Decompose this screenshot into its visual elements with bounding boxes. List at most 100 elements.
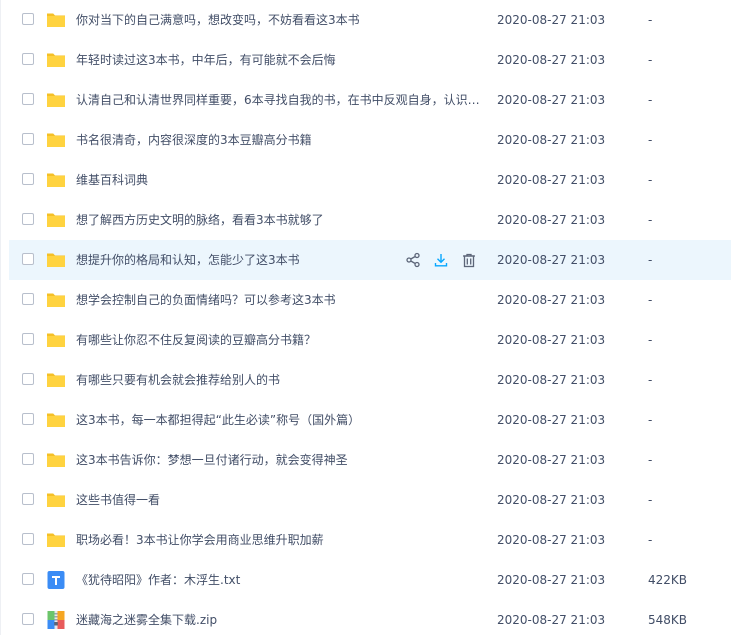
file-name[interactable]: 这些书值得一看 — [76, 480, 481, 520]
file-size: 548KB — [648, 613, 688, 627]
modified-date: 2020-08-27 21:03 — [497, 613, 606, 627]
file-size: - — [648, 533, 653, 547]
folder-icon — [46, 370, 66, 390]
file-size: - — [648, 13, 653, 27]
file-name[interactable]: 有哪些只要有机会就会推荐给别人的书 — [76, 360, 481, 400]
file-name[interactable]: 有哪些让你忍不住反复阅读的豆瓣高分书籍？ — [76, 320, 481, 360]
row-checkbox[interactable] — [22, 213, 34, 225]
folder-icon — [46, 250, 66, 270]
file-row[interactable]: 迷藏海之迷雾全集下载.zip 2020-08-27 21:03 548KB — [9, 600, 731, 635]
modified-date: 2020-08-27 21:03 — [497, 493, 606, 507]
file-row[interactable]: 认清自己和认清世界同样重要，6本寻找自我的书，在书中反观自身，认识… 2020-0… — [9, 80, 731, 120]
row-checkbox[interactable] — [22, 453, 34, 465]
modified-date: 2020-08-27 21:03 — [497, 453, 606, 467]
file-size: - — [648, 373, 653, 387]
row-actions — [403, 250, 479, 270]
file-name[interactable]: 年轻时读过这3本书，中年后，有可能就不会后悔 — [76, 40, 481, 80]
folder-icon — [46, 410, 66, 430]
row-checkbox[interactable] — [22, 493, 34, 505]
modified-date: 2020-08-27 21:03 — [497, 13, 606, 27]
file-row[interactable]: 想了解西方历史文明的脉络，看看3本书就够了 2020-08-27 21:03 - — [9, 200, 731, 240]
text-file-icon — [46, 570, 66, 590]
file-row[interactable]: 年轻时读过这3本书，中年后，有可能就不会后悔 2020-08-27 21:03 - — [9, 40, 731, 80]
modified-date: 2020-08-27 21:03 — [497, 53, 606, 67]
file-size: - — [648, 53, 653, 67]
row-checkbox[interactable] — [22, 173, 34, 185]
modified-date: 2020-08-27 21:03 — [497, 133, 606, 147]
folder-icon — [46, 170, 66, 190]
row-checkbox[interactable] — [22, 333, 34, 345]
download-icon[interactable] — [431, 250, 451, 270]
folder-icon — [46, 530, 66, 550]
row-checkbox[interactable] — [22, 413, 34, 425]
file-name[interactable]: 书名很清奇，内容很深度的3本豆瓣高分书籍 — [76, 120, 481, 160]
file-list: 你对当下的自己满意吗，想改变吗，不妨看看这3本书 2020-08-27 21:03… — [0, 0, 731, 635]
modified-date: 2020-08-27 21:03 — [497, 93, 606, 107]
file-row[interactable]: 职场必看！3本书让你学会用商业思维升职加薪 2020-08-27 21:03 - — [9, 520, 731, 560]
folder-icon — [46, 10, 66, 30]
file-row[interactable]: 你对当下的自己满意吗，想改变吗，不妨看看这3本书 2020-08-27 21:03… — [9, 0, 731, 40]
file-name[interactable]: 你对当下的自己满意吗，想改变吗，不妨看看这3本书 — [76, 0, 481, 40]
row-checkbox[interactable] — [22, 613, 34, 625]
modified-date: 2020-08-27 21:03 — [497, 173, 606, 187]
file-name[interactable]: 迷藏海之迷雾全集下载.zip — [76, 600, 481, 635]
modified-date: 2020-08-27 21:03 — [497, 213, 606, 227]
file-row[interactable]: 维基百科词典 2020-08-27 21:03 - — [9, 160, 731, 200]
file-size: - — [648, 173, 653, 187]
folder-icon — [46, 290, 66, 310]
modified-date: 2020-08-27 21:03 — [497, 253, 606, 267]
folder-icon — [46, 450, 66, 470]
row-checkbox[interactable] — [22, 293, 34, 305]
folder-icon — [46, 130, 66, 150]
row-checkbox[interactable] — [22, 93, 34, 105]
file-size: - — [648, 293, 653, 307]
file-row[interactable]: 书名很清奇，内容很深度的3本豆瓣高分书籍 2020-08-27 21:03 - — [9, 120, 731, 160]
file-name[interactable]: 维基百科词典 — [76, 160, 481, 200]
file-size: - — [648, 453, 653, 467]
trash-icon[interactable] — [459, 250, 479, 270]
row-checkbox[interactable] — [22, 53, 34, 65]
folder-icon — [46, 90, 66, 110]
file-name[interactable]: 这3本书告诉你：梦想一旦付诸行动，就会变得神圣 — [76, 440, 481, 480]
file-row[interactable]: 有哪些让你忍不住反复阅读的豆瓣高分书籍？ 2020-08-27 21:03 - — [9, 320, 731, 360]
folder-icon — [46, 50, 66, 70]
zip-file-icon — [46, 610, 66, 630]
folder-icon — [46, 210, 66, 230]
file-row[interactable]: 这3本书告诉你：梦想一旦付诸行动，就会变得神圣 2020-08-27 21:03 - — [9, 440, 731, 480]
file-size: - — [648, 413, 653, 427]
file-size: - — [648, 133, 653, 147]
file-size: - — [648, 253, 653, 267]
file-row[interactable]: 这些书值得一看 2020-08-27 21:03 - — [9, 480, 731, 520]
modified-date: 2020-08-27 21:03 — [497, 333, 606, 347]
file-name[interactable]: 这3本书，每一本都担得起“此生必读”称号（国外篇） — [76, 400, 481, 440]
file-size: - — [648, 333, 653, 347]
file-name[interactable]: 认清自己和认清世界同样重要，6本寻找自我的书，在书中反观自身，认识… — [76, 80, 481, 120]
file-size: - — [648, 213, 653, 227]
row-checkbox[interactable] — [22, 13, 34, 25]
file-size: - — [648, 93, 653, 107]
folder-icon — [46, 330, 66, 350]
modified-date: 2020-08-27 21:03 — [497, 373, 606, 387]
row-checkbox[interactable] — [22, 133, 34, 145]
file-name[interactable]: 职场必看！3本书让你学会用商业思维升职加薪 — [76, 520, 481, 560]
folder-icon — [46, 490, 66, 510]
file-row[interactable]: 想学会控制自己的负面情绪吗？可以参考这3本书 2020-08-27 21:03 - — [9, 280, 731, 320]
modified-date: 2020-08-27 21:03 — [497, 293, 606, 307]
row-checkbox[interactable] — [22, 253, 34, 265]
row-checkbox[interactable] — [22, 533, 34, 545]
share-icon[interactable] — [403, 250, 423, 270]
file-row[interactable]: 想提升你的格局和认知，怎能少了这3本书 2020-08-27 21:03- — [9, 240, 731, 280]
modified-date: 2020-08-27 21:03 — [497, 573, 606, 587]
file-row[interactable]: 有哪些只要有机会就会推荐给别人的书 2020-08-27 21:03 - — [9, 360, 731, 400]
row-checkbox[interactable] — [22, 573, 34, 585]
file-size: 422KB — [648, 573, 688, 587]
modified-date: 2020-08-27 21:03 — [497, 533, 606, 547]
file-row[interactable]: 《犹待昭阳》作者：木浮生.txt 2020-08-27 21:03 422KB — [9, 560, 731, 600]
file-row[interactable]: 这3本书，每一本都担得起“此生必读”称号（国外篇） 2020-08-27 21:0… — [9, 400, 731, 440]
file-size: - — [648, 493, 653, 507]
file-name[interactable]: 想了解西方历史文明的脉络，看看3本书就够了 — [76, 200, 481, 240]
file-name[interactable]: 《犹待昭阳》作者：木浮生.txt — [76, 560, 481, 600]
modified-date: 2020-08-27 21:03 — [497, 413, 606, 427]
row-checkbox[interactable] — [22, 373, 34, 385]
file-name[interactable]: 想学会控制自己的负面情绪吗？可以参考这3本书 — [76, 280, 481, 320]
